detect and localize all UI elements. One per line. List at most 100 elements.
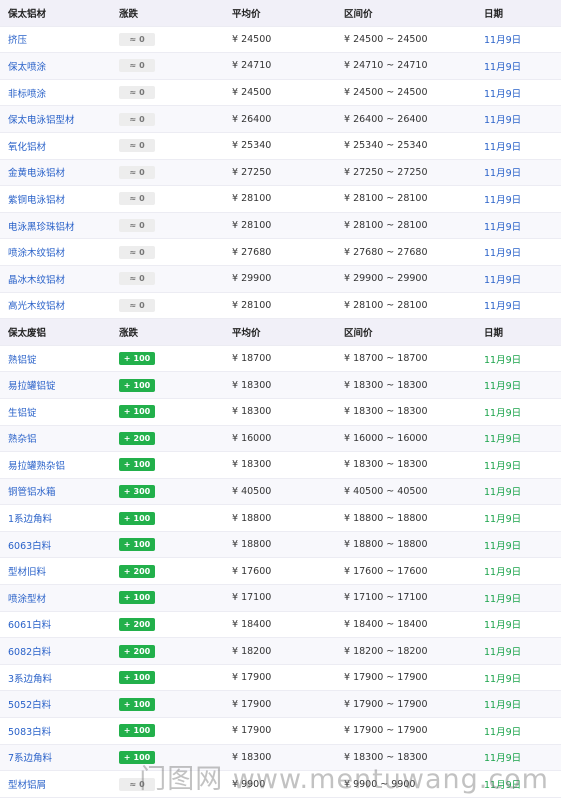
- product-name-link[interactable]: 3系边角料: [8, 665, 52, 691]
- change-value: 300: [133, 486, 151, 496]
- change-cell: +100: [119, 505, 155, 531]
- product-name-link[interactable]: 6082白料: [8, 638, 51, 664]
- change-value: 0: [139, 167, 145, 177]
- change-badge: +200: [119, 617, 155, 631]
- date-cell: 11月9日: [484, 673, 522, 685]
- change-cell: +200: [119, 558, 155, 584]
- date-cell: 11月9日: [484, 248, 522, 260]
- avg-price: ¥ 18800: [232, 539, 272, 551]
- wave-icon: ≈: [129, 88, 137, 98]
- product-name-link[interactable]: 喷涂木纹铝材: [8, 239, 65, 265]
- change-value: 100: [133, 593, 151, 603]
- product-name-link[interactable]: 铜管铝水箱: [8, 479, 56, 505]
- product-name-link[interactable]: 挤压: [8, 27, 27, 53]
- change-cell: ≈0: [119, 27, 155, 53]
- product-name-link[interactable]: 易拉罐熟杂铝: [8, 452, 65, 478]
- product-name-link[interactable]: 1系边角料: [8, 505, 52, 531]
- product-name-link[interactable]: 喷涂型材: [8, 585, 46, 611]
- product-name-link[interactable]: 熟铝锭: [8, 346, 37, 372]
- product-name-link[interactable]: 紫铜电泳铝材: [8, 186, 65, 212]
- product-name-link[interactable]: 6061白料: [8, 612, 51, 638]
- date-cell: 11月9日: [484, 274, 522, 286]
- plus-icon: +: [123, 619, 131, 629]
- change-cell: ≈0: [119, 160, 155, 186]
- product-name-link[interactable]: 7系边角料: [8, 745, 52, 771]
- change-value: 100: [133, 380, 151, 390]
- change-badge: +100: [119, 697, 155, 711]
- wave-icon: ≈: [129, 34, 137, 44]
- date-cell: 11月9日: [484, 221, 522, 233]
- range-price: ¥ 18300 ~ 18300: [344, 459, 428, 471]
- product-name-link[interactable]: 氧化铝材: [8, 133, 46, 159]
- header-change: 涨跌: [119, 327, 139, 339]
- range-price: ¥ 26400 ~ 26400: [344, 113, 428, 125]
- product-name-link[interactable]: 5052白料: [8, 691, 51, 717]
- date-cell: 11月9日: [484, 620, 522, 632]
- product-name-link[interactable]: 金黄电泳铝材: [8, 160, 65, 186]
- product-name-link[interactable]: 保太喷涂: [8, 53, 46, 79]
- change-cell: ≈0: [119, 106, 155, 132]
- change-badge: +100: [119, 591, 155, 605]
- date-cell: 11月9日: [484, 487, 522, 499]
- header-avg: 平均价: [232, 8, 261, 20]
- date-cell: 11月9日: [484, 593, 522, 605]
- range-price: ¥ 17900 ~ 17900: [344, 725, 428, 737]
- product-name-link[interactable]: 熟杂铝: [8, 426, 37, 452]
- change-value: 200: [133, 619, 151, 629]
- product-name-link[interactable]: 高光木纹铝材: [8, 293, 65, 319]
- avg-price: ¥ 25340: [232, 140, 272, 152]
- product-name-link[interactable]: 晶冰木纹铝材: [8, 266, 65, 292]
- plus-icon: +: [123, 699, 131, 709]
- header-range: 区间价: [344, 327, 373, 339]
- change-cell: +100: [119, 532, 155, 558]
- product-name-link[interactable]: 型材旧料: [8, 558, 46, 584]
- change-badge: +100: [119, 458, 155, 472]
- table-row: 非标喷涂 ≈0 ¥ 24500 ¥ 24500 ~ 24500 11月9日: [0, 80, 561, 107]
- table-row: 3系边角料 +100 ¥ 17900 ¥ 17900 ~ 17900 11月9日: [0, 665, 561, 692]
- section-header-row: 保太铝材 涨跌 平均价 区间价 日期: [0, 0, 561, 27]
- product-name-link[interactable]: 5083白料: [8, 718, 51, 744]
- product-name-link[interactable]: 6063白料: [8, 532, 51, 558]
- date-cell: 11月9日: [484, 61, 522, 73]
- change-badge: +200: [119, 644, 155, 658]
- product-name-link[interactable]: 型材铝屑: [8, 771, 46, 797]
- change-badge: ≈0: [119, 192, 155, 206]
- change-cell: +100: [119, 399, 155, 425]
- wave-icon: ≈: [129, 300, 137, 310]
- date-cell: 11月9日: [484, 647, 522, 659]
- change-cell: +100: [119, 452, 155, 478]
- change-badge: ≈0: [119, 59, 155, 73]
- table-row: 电泳黑珍珠铝材 ≈0 ¥ 28100 ¥ 28100 ~ 28100 11月9日: [0, 212, 561, 240]
- table-row: 铜管铝水箱 +300 ¥ 40500 ¥ 40500 ~ 40500 11月9日: [0, 478, 561, 506]
- range-price: ¥ 18800 ~ 18800: [344, 539, 428, 551]
- change-value: 0: [139, 141, 145, 151]
- product-name-link[interactable]: 非标喷涂: [8, 80, 46, 106]
- table-row: 6063白料 +100 ¥ 18800 ¥ 18800 ~ 18800 11月9日: [0, 531, 561, 559]
- product-name-link[interactable]: 电泳黑珍珠铝材: [8, 213, 75, 239]
- product-name-link[interactable]: 生铝锭: [8, 399, 37, 425]
- wave-icon: ≈: [129, 167, 137, 177]
- change-cell: +100: [119, 718, 155, 744]
- change-cell: +200: [119, 612, 155, 638]
- section-header-row: 保太废铝 涨跌 平均价 区间价 日期: [0, 319, 561, 346]
- change-cell: ≈0: [119, 293, 155, 319]
- plus-icon: +: [123, 433, 131, 443]
- change-cell: +300: [119, 479, 155, 505]
- table-row: 1系边角料 +100 ¥ 18800 ¥ 18800 ~ 18800 11月9日: [0, 505, 561, 532]
- product-name-link[interactable]: 易拉罐铝锭: [8, 372, 56, 398]
- date-cell: 11月9日: [484, 540, 522, 552]
- change-cell: +100: [119, 585, 155, 611]
- table-row: 型材旧料 +200 ¥ 17600 ¥ 17600 ~ 17600 11月9日: [0, 558, 561, 586]
- date-cell: 11月9日: [484, 88, 522, 100]
- table-row: 5052白料 +100 ¥ 17900 ¥ 17900 ~ 17900 11月9日: [0, 691, 561, 719]
- price-table: 保太铝材 涨跌 平均价 区间价 日期 挤压 ≈0 ¥ 24500 ¥ 24500 ~ 24500…: [0, 0, 561, 798]
- avg-price: ¥ 24710: [232, 60, 272, 72]
- range-price: ¥ 29900 ~ 29900: [344, 273, 428, 285]
- range-price: ¥ 24710 ~ 24710: [344, 60, 428, 72]
- plus-icon: +: [123, 752, 131, 762]
- product-name-link[interactable]: 保太电泳铝型材: [8, 106, 75, 132]
- change-badge: +100: [119, 538, 155, 552]
- table-row: 熟铝锭 +100 ¥ 18700 ¥ 18700 ~ 18700 11月9日: [0, 346, 561, 373]
- change-value: 100: [133, 513, 151, 523]
- range-price: ¥ 27250 ~ 27250: [344, 166, 428, 178]
